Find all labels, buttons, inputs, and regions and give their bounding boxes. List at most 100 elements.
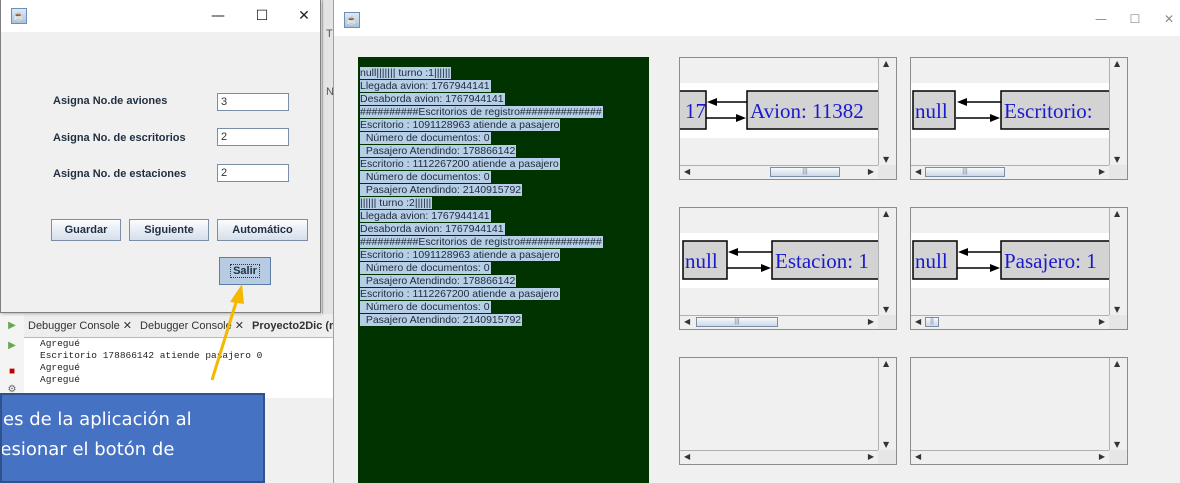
pointer-arrow-icon <box>210 284 244 381</box>
log-line: null||||||| turno :1|||||| <box>360 67 452 79</box>
log-line: Desaborda avion: 1767944141 <box>360 93 505 105</box>
scroll-left-icon[interactable]: ◀ <box>915 452 921 461</box>
console-line: Escritorio 178866142 atiende pasajero 0 <box>40 350 263 361</box>
scroll-up-icon[interactable]: ▲ <box>1114 359 1120 368</box>
vertical-scrollbar[interactable]: ▲ ▼ <box>878 58 896 165</box>
estaciones-field[interactable]: 2 <box>217 164 289 182</box>
minimize-button[interactable]: — <box>1090 12 1112 26</box>
pasajero-graph-panel[interactable]: null Pasajero: 1 ▲ ▼ ◀ || ▶ <box>910 207 1128 330</box>
maximize-button[interactable]: ☐ <box>1124 12 1146 26</box>
log-line: Escritorio : 1091128963 atiende a pasaje… <box>360 119 561 131</box>
escritorio-graph-image: null Escritorio: <box>911 83 1109 138</box>
scroll-up-icon[interactable]: ▲ <box>1114 209 1120 218</box>
scroll-up-icon[interactable]: ▲ <box>1114 59 1120 68</box>
horizontal-scrollbar[interactable]: ◀ ▶ <box>911 450 1109 464</box>
play-icon[interactable]: ▶ <box>6 320 18 332</box>
scroll-down-icon[interactable]: ▼ <box>1114 440 1120 449</box>
log-line: Número de documentos: 0 <box>360 301 491 313</box>
label-aviones: Asigna No.de aviones <box>53 95 168 107</box>
play-icon[interactable]: ▶ <box>6 340 18 352</box>
log-line: Número de documentos: 0 <box>360 132 491 144</box>
avion-graph-panel[interactable]: 17 Avion: 11382 ▲ ▼ ◀ ||| ▶ <box>679 57 897 180</box>
estacion-graph-panel[interactable]: null Estacion: 1 ▲ ▼ ◀ ||| ▶ <box>679 207 897 330</box>
scroll-left-icon[interactable]: ◀ <box>684 452 690 461</box>
callout-line: iales de la aplicación al <box>0 409 192 430</box>
config-window: ☕ — ☐ ✕ Asigna No.de aviones 3 Asigna No… <box>0 0 321 313</box>
aviones-field[interactable]: 3 <box>217 93 289 111</box>
log-line: Pasajero Atendindo: 178866142 <box>360 275 517 287</box>
scroll-left-icon[interactable]: ◀ <box>684 317 690 326</box>
console-line: Agregué <box>40 374 80 385</box>
node-label: Estacion: 1 <box>775 249 869 273</box>
vertical-scrollbar[interactable]: ▲ ▼ <box>1109 358 1127 450</box>
scroll-down-icon[interactable]: ▼ <box>883 305 889 314</box>
node-label: Escritorio: <box>1004 99 1093 123</box>
node-label: Pasajero: 1 <box>1004 249 1097 273</box>
guardar-button[interactable]: Guardar <box>51 219 121 241</box>
horizontal-scrollbar[interactable]: ◀ ||| ▶ <box>680 315 878 329</box>
horizontal-scrollbar[interactable]: ◀ ||| ▶ <box>911 165 1109 179</box>
horizontal-scrollbar[interactable]: ◀ ▶ <box>680 450 878 464</box>
scroll-corner <box>1109 165 1127 179</box>
title-bar[interactable]: ☕ — ☐ ✕ <box>334 0 1180 36</box>
siguiente-button[interactable]: Siguiente <box>129 219 209 241</box>
scroll-right-icon[interactable]: ▶ <box>868 167 874 176</box>
escritorios-field[interactable]: 2 <box>217 128 289 146</box>
scroll-thumb[interactable]: ||| <box>925 167 1005 177</box>
empty-graph-panel[interactable]: ▲ ▼ ◀ ▶ <box>910 357 1128 465</box>
scroll-thumb[interactable]: || <box>925 317 939 327</box>
estacion-graph-image: null Estacion: 1 <box>680 233 878 288</box>
log-line: ##########Escritorios de registro#######… <box>360 106 603 118</box>
scroll-thumb[interactable]: ||| <box>770 167 840 177</box>
tab-project-output[interactable]: Proyecto2Dic (ru <box>248 320 344 332</box>
automatico-button[interactable]: Automático <box>217 219 308 241</box>
console-tabbar: Debugger Console ✕ Debugger Console ✕ Pr… <box>24 314 340 338</box>
scroll-down-icon[interactable]: ▼ <box>883 440 889 449</box>
stop-icon[interactable]: ■ <box>6 366 18 378</box>
scroll-down-icon[interactable]: ▼ <box>1114 155 1120 164</box>
escritorio-graph-panel[interactable]: null Escritorio: ▲ ▼ ◀ ||| ▶ <box>910 57 1128 180</box>
log-line: Llegada avion: 1767944141 <box>360 80 491 92</box>
node-label: Avion: 11382 <box>750 99 864 123</box>
simulation-window: ☕ — ☐ ✕ null||||||| turno :1|||||| Llega… <box>333 0 1180 483</box>
minimize-button[interactable]: — <box>207 8 229 24</box>
scroll-down-icon[interactable]: ▼ <box>883 155 889 164</box>
graph-viewport: null Pasajero: 1 <box>911 208 1109 315</box>
annotation-callout: iales de la aplicación al presionar el b… <box>0 393 265 483</box>
scroll-corner <box>878 165 896 179</box>
scroll-left-icon[interactable]: ◀ <box>684 167 690 176</box>
log-line: Escritorio : 1091128963 atiende a pasaje… <box>360 249 561 261</box>
graph-viewport: null Escritorio: <box>911 58 1109 165</box>
callout-line: presionar el botón de <box>0 439 175 460</box>
vertical-scrollbar[interactable]: ▲ ▼ <box>1109 208 1127 315</box>
close-button[interactable]: ✕ <box>293 8 315 24</box>
java-app-icon: ☕ <box>11 8 27 24</box>
horizontal-scrollbar[interactable]: ◀ ||| ▶ <box>680 165 878 179</box>
scroll-right-icon[interactable]: ▶ <box>1099 167 1105 176</box>
vertical-scrollbar[interactable]: ▲ ▼ <box>1109 58 1127 165</box>
label-estaciones: Asigna No. de estaciones <box>53 168 187 180</box>
label-escritorios: Asigna No. de escritorios <box>53 132 186 144</box>
scroll-up-icon[interactable]: ▲ <box>883 59 889 68</box>
scroll-up-icon[interactable]: ▲ <box>883 359 889 368</box>
scroll-right-icon[interactable]: ▶ <box>868 452 874 461</box>
horizontal-scrollbar[interactable]: ◀ || ▶ <box>911 315 1109 329</box>
scroll-left-icon[interactable]: ◀ <box>915 317 921 326</box>
scroll-left-icon[interactable]: ◀ <box>915 167 921 176</box>
vertical-scrollbar[interactable]: ▲ ▼ <box>878 358 896 450</box>
scroll-right-icon[interactable]: ▶ <box>1099 317 1105 326</box>
log-line: Desaborda avion: 1767944141 <box>360 223 505 235</box>
log-line: |||||| turno :2|||||| <box>360 197 433 209</box>
maximize-button[interactable]: ☐ <box>251 8 273 24</box>
scroll-thumb[interactable]: ||| <box>696 317 778 327</box>
scroll-right-icon[interactable]: ▶ <box>1099 452 1105 461</box>
scroll-right-icon[interactable]: ▶ <box>868 317 874 326</box>
empty-graph-panel[interactable]: ▲ ▼ ◀ ▶ <box>679 357 897 465</box>
scroll-up-icon[interactable]: ▲ <box>883 209 889 218</box>
tab-debugger-console[interactable]: Debugger Console ✕ <box>24 319 136 332</box>
log-textarea[interactable]: null||||||| turno :1|||||| Llegada avion… <box>358 57 649 483</box>
close-button[interactable]: ✕ <box>1158 12 1180 26</box>
vertical-scrollbar[interactable]: ▲ ▼ <box>878 208 896 315</box>
title-bar[interactable]: ☕ — ☐ ✕ <box>1 0 320 32</box>
scroll-down-icon[interactable]: ▼ <box>1114 305 1120 314</box>
